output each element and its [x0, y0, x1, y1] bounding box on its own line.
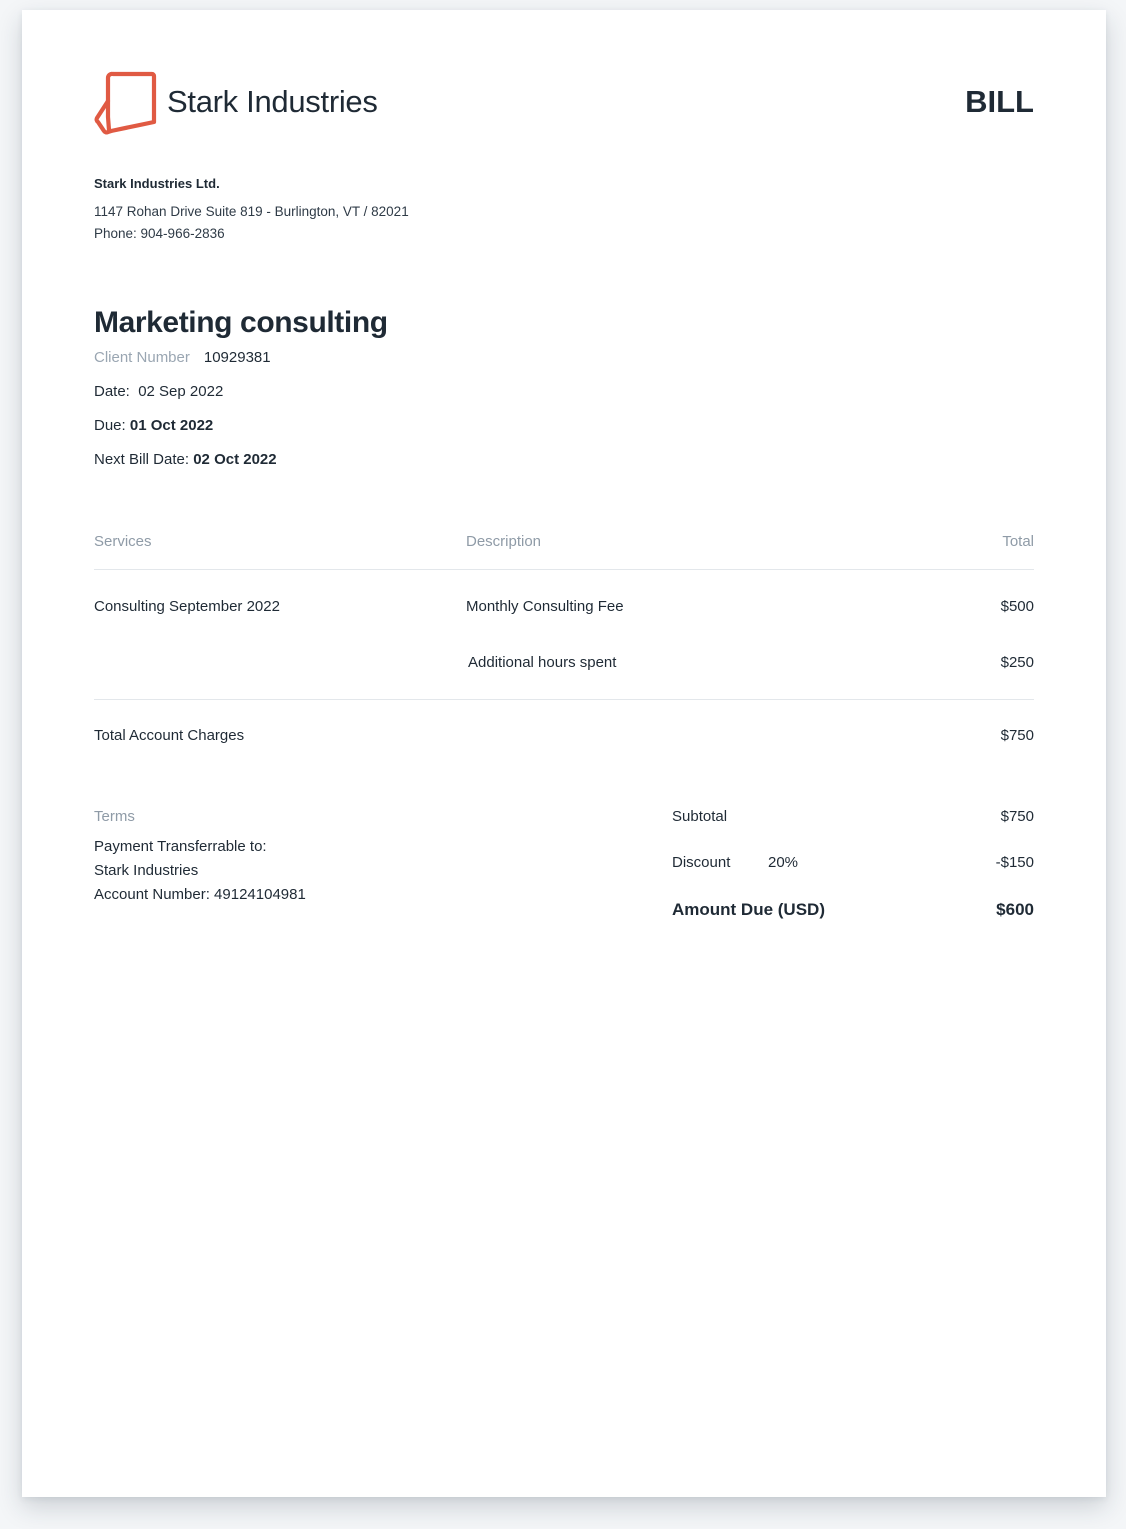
- table-body-divider: [94, 699, 1034, 700]
- discount-rate: 20%: [768, 854, 799, 871]
- next-bill-date-label: Next Bill Date:: [94, 451, 190, 468]
- due-date-label: Due:: [94, 417, 126, 434]
- client-number-label: Client Number: [94, 349, 190, 366]
- discount-label: Discount: [672, 854, 731, 871]
- client-number-row: Client Number 10929381: [94, 349, 271, 366]
- due-date-row: Due: 01 Oct 2022: [94, 417, 213, 434]
- bill-date-value: 02 Sep 2022: [138, 383, 224, 400]
- company-name: Stark Industries Ltd.: [94, 176, 220, 191]
- terms-line-1: Payment Transferrable to:: [94, 838, 267, 855]
- company-address: 1147 Rohan Drive Suite 819 - Burlington,…: [94, 204, 409, 219]
- total-account-charges-label: Total Account Charges: [94, 727, 245, 744]
- table-row-2-description: Additional hours spent: [468, 654, 617, 671]
- services-column-header: Services: [94, 533, 152, 550]
- bill-title: Marketing consulting: [94, 306, 388, 339]
- terms-label: Terms: [94, 808, 135, 825]
- discount-value: -$150: [995, 854, 1034, 871]
- total-column-header: Total: [1002, 533, 1034, 550]
- document-type: BILL: [965, 84, 1034, 119]
- folded-document-logo-icon: [94, 71, 157, 135]
- total-account-charges-value: $750: [1000, 727, 1034, 744]
- table-row-1-service: Consulting September 2022: [94, 598, 280, 615]
- subtotal-value: $750: [1000, 808, 1034, 825]
- due-date-value: 01 Oct 2022: [129, 417, 214, 434]
- table-row-1-total: $500: [1000, 598, 1034, 615]
- next-bill-date-value: 02 Oct 2022: [193, 451, 277, 468]
- table-row-2-total: $250: [1000, 654, 1034, 671]
- table-header-divider: [94, 569, 1034, 570]
- bill-date-row: Date: 02 Sep 2022: [94, 383, 223, 400]
- description-column-header: Description: [466, 533, 542, 550]
- client-number-value: 10929381: [203, 349, 271, 366]
- subtotal-label: Subtotal: [672, 808, 728, 825]
- bill-document: Stark Industries BILL Stark Industries L…: [22, 10, 1106, 1497]
- amount-due-value: $600: [996, 900, 1034, 919]
- next-bill-date-row: Next Bill Date: 02 Oct 2022: [94, 451, 277, 468]
- brand-name: Stark Industries: [167, 84, 378, 119]
- amount-due-label: Amount Due (USD): [672, 900, 825, 919]
- table-row-1-description: Monthly Consulting Fee: [466, 598, 624, 615]
- terms-line-3: Account Number: 49124104981: [94, 886, 306, 903]
- company-phone: Phone: 904-966-2836: [94, 226, 225, 241]
- terms-line-2: Stark Industries: [94, 862, 199, 879]
- bill-date-label: Date:: [94, 383, 130, 400]
